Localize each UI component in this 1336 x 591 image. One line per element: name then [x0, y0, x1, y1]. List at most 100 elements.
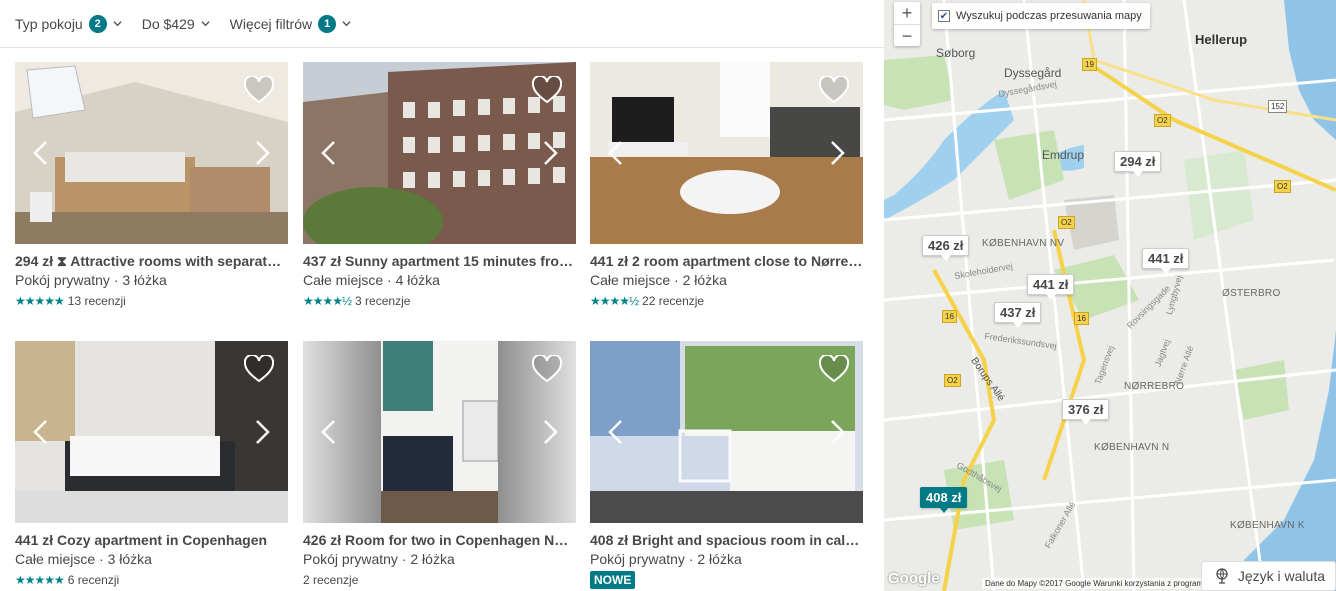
star-rating-icon: ★★★★½ [303, 294, 352, 308]
listing-photo[interactable] [590, 341, 863, 523]
listing-photo[interactable] [303, 341, 576, 523]
map-price-pin[interactable]: 376 zł [1062, 399, 1110, 425]
search-when-moving-label: Wyszukuj podczas przesuwania mapy [956, 10, 1142, 22]
listing-rating: ★★★★★ 13 recenzji [15, 293, 288, 309]
heart-icon[interactable] [244, 76, 274, 104]
map-price-pin[interactable]: 294 zł [1114, 151, 1162, 177]
heart-icon[interactable] [244, 355, 274, 383]
chevron-down-icon [201, 21, 210, 27]
map-label-kbh-nv: KØBENHAVN NV [982, 238, 1065, 249]
listing-title[interactable]: 294 zł ⧗ Attractive rooms with separate … [15, 252, 288, 270]
road-shield: 16 [1074, 312, 1089, 325]
listing-title[interactable]: 426 zł Room for two in Copenhagen Nor... [303, 531, 576, 549]
heart-icon[interactable] [819, 355, 849, 383]
listing-photo[interactable] [15, 341, 288, 523]
zoom-in-button[interactable]: + [894, 2, 920, 24]
road-shield: O2 [1058, 216, 1075, 229]
listing-name: Attractive rooms with separate ... [70, 253, 288, 269]
language-currency-label: Język i waluta [1237, 568, 1325, 584]
review-count: 3 recenzje [355, 294, 411, 308]
chevron-right-icon[interactable] [827, 140, 847, 166]
chevron-down-icon [342, 21, 351, 27]
listing-card[interactable]: 441 zł 2 room apartment close to Nørreb.… [590, 62, 863, 309]
heart-icon[interactable] [819, 76, 849, 104]
listing-photo[interactable] [303, 62, 576, 244]
language-currency-button[interactable]: Język i waluta [1200, 561, 1336, 591]
listing-card[interactable]: 441 zł Cozy apartment in Copenhagen Całe… [15, 341, 288, 588]
listing-rating: ★★★★½ 22 recenzje [590, 293, 863, 309]
road-shield: 152 [1268, 100, 1288, 113]
filter-more-badge: 1 [318, 14, 337, 33]
map-price-pin-active[interactable]: 408 zł [920, 487, 968, 513]
chevron-left-icon[interactable] [606, 419, 626, 445]
road-shield: 16 [942, 310, 957, 323]
chevron-left-icon[interactable] [606, 140, 626, 166]
new-badge: NOWE [590, 571, 636, 589]
listing-subtitle: Pokój prywatny · 2 łóżka [303, 551, 455, 567]
listing-card[interactable]: 408 zł Bright and spacious room in calm … [590, 341, 863, 589]
listing-price: 437 zł [303, 253, 342, 269]
chevron-right-icon[interactable] [252, 419, 272, 445]
heart-icon[interactable] [532, 355, 562, 383]
listing-price: 441 zł [590, 253, 629, 269]
map-price-pin[interactable]: 441 zł [1142, 248, 1190, 274]
road-shield: O2 [1154, 114, 1171, 127]
filter-price-label: Do $429 [141, 15, 195, 32]
map-price-pin[interactable]: 426 zł [922, 235, 970, 261]
chevron-right-icon[interactable] [827, 419, 847, 445]
filter-bar: Typ pokoju 2 Do $429 Więcej filtrów 1 [0, 0, 884, 48]
chevron-left-icon[interactable] [319, 419, 339, 445]
map-attribution[interactable]: Dane do Mapy ©2017 Google Warunki korzys… [982, 578, 1211, 589]
map-price-pin[interactable]: 441 zł [1027, 274, 1075, 300]
review-count: 13 recenzji [67, 294, 126, 308]
listing-card[interactable]: 426 zł Room for two in Copenhagen Nor...… [303, 341, 576, 588]
google-logo: Google [888, 570, 940, 587]
filter-price[interactable]: Do $429 [142, 16, 210, 32]
chevron-right-icon[interactable] [252, 140, 272, 166]
listing-title[interactable]: 441 zł 2 room apartment close to Nørreb.… [590, 252, 863, 270]
listing-name: Sunny apartment 15 minutes from... [345, 253, 576, 269]
filter-more[interactable]: Więcej filtrów 1 [230, 14, 351, 33]
filter-room-type[interactable]: Typ pokoju 2 [15, 14, 122, 33]
zoom-controls: + − [894, 2, 920, 46]
chevron-left-icon[interactable] [319, 140, 339, 166]
checkbox-checked-icon[interactable]: ✔ [938, 10, 950, 22]
star-rating-icon: ★★★★½ [590, 294, 639, 308]
listing-name: Room for two in Copenhagen Nor... [345, 532, 576, 548]
listing-card[interactable]: 437 zł Sunny apartment 15 minutes from..… [303, 62, 576, 309]
listing-card[interactable]: 294 zł ⧗ Attractive rooms with separate … [15, 62, 288, 309]
chevron-right-icon[interactable] [540, 140, 560, 166]
map-label-dyssegard: Dyssegård [1004, 66, 1062, 80]
listing-name: Cozy apartment in Copenhagen [57, 532, 268, 548]
listing-photo[interactable] [15, 62, 288, 244]
listing-subtitle: Całe miejsce · 4 łóżka [303, 272, 440, 288]
filter-room-type-label: Typ pokoju [15, 15, 83, 32]
search-when-moving-toggle[interactable]: ✔ Wyszukuj podczas przesuwania mapy [932, 3, 1150, 29]
listing-title[interactable]: 408 zł Bright and spacious room in calm … [590, 531, 863, 549]
listing-price: 441 zł [15, 532, 54, 548]
heart-icon[interactable] [532, 76, 562, 104]
chevron-right-icon[interactable] [540, 419, 560, 445]
listing-rating: 2 recenzje [303, 572, 576, 588]
road-shield: O2 [1274, 180, 1291, 193]
review-count: 6 recenzji [67, 573, 120, 587]
map-price-pin[interactable]: 437 zł [994, 302, 1042, 328]
chevron-left-icon[interactable] [31, 140, 51, 166]
chevron-down-icon [113, 21, 122, 27]
map-label-osterbro: ØSTERBRO [1222, 288, 1281, 299]
star-rating-icon: ★★★★★ [15, 573, 65, 587]
star-rating-icon: ★★★★★ [15, 294, 65, 308]
filter-room-type-badge: 2 [88, 14, 107, 33]
listing-subtitle: Całe miejsce · 2 łóżka [590, 272, 727, 288]
listing-rating: ★★★★½ 3 recenzje [303, 293, 576, 309]
listing-photo[interactable] [590, 62, 863, 244]
map-label-soborg: Søborg [936, 46, 976, 60]
listing-subtitle: Całe miejsce · 3 łóżka [15, 551, 152, 567]
listing-title[interactable]: 437 zł Sunny apartment 15 minutes from..… [303, 252, 576, 270]
listing-title[interactable]: 441 zł Cozy apartment in Copenhagen [15, 531, 288, 549]
map-panel[interactable]: + − ✔ Wyszukuj podczas przesuwania mapy … [884, 0, 1336, 591]
zoom-out-button[interactable]: − [894, 24, 920, 46]
chevron-left-icon[interactable] [31, 419, 51, 445]
listing-name: Bright and spacious room in calm ... [632, 532, 863, 548]
listing-name: 2 room apartment close to Nørreb... [632, 253, 863, 269]
